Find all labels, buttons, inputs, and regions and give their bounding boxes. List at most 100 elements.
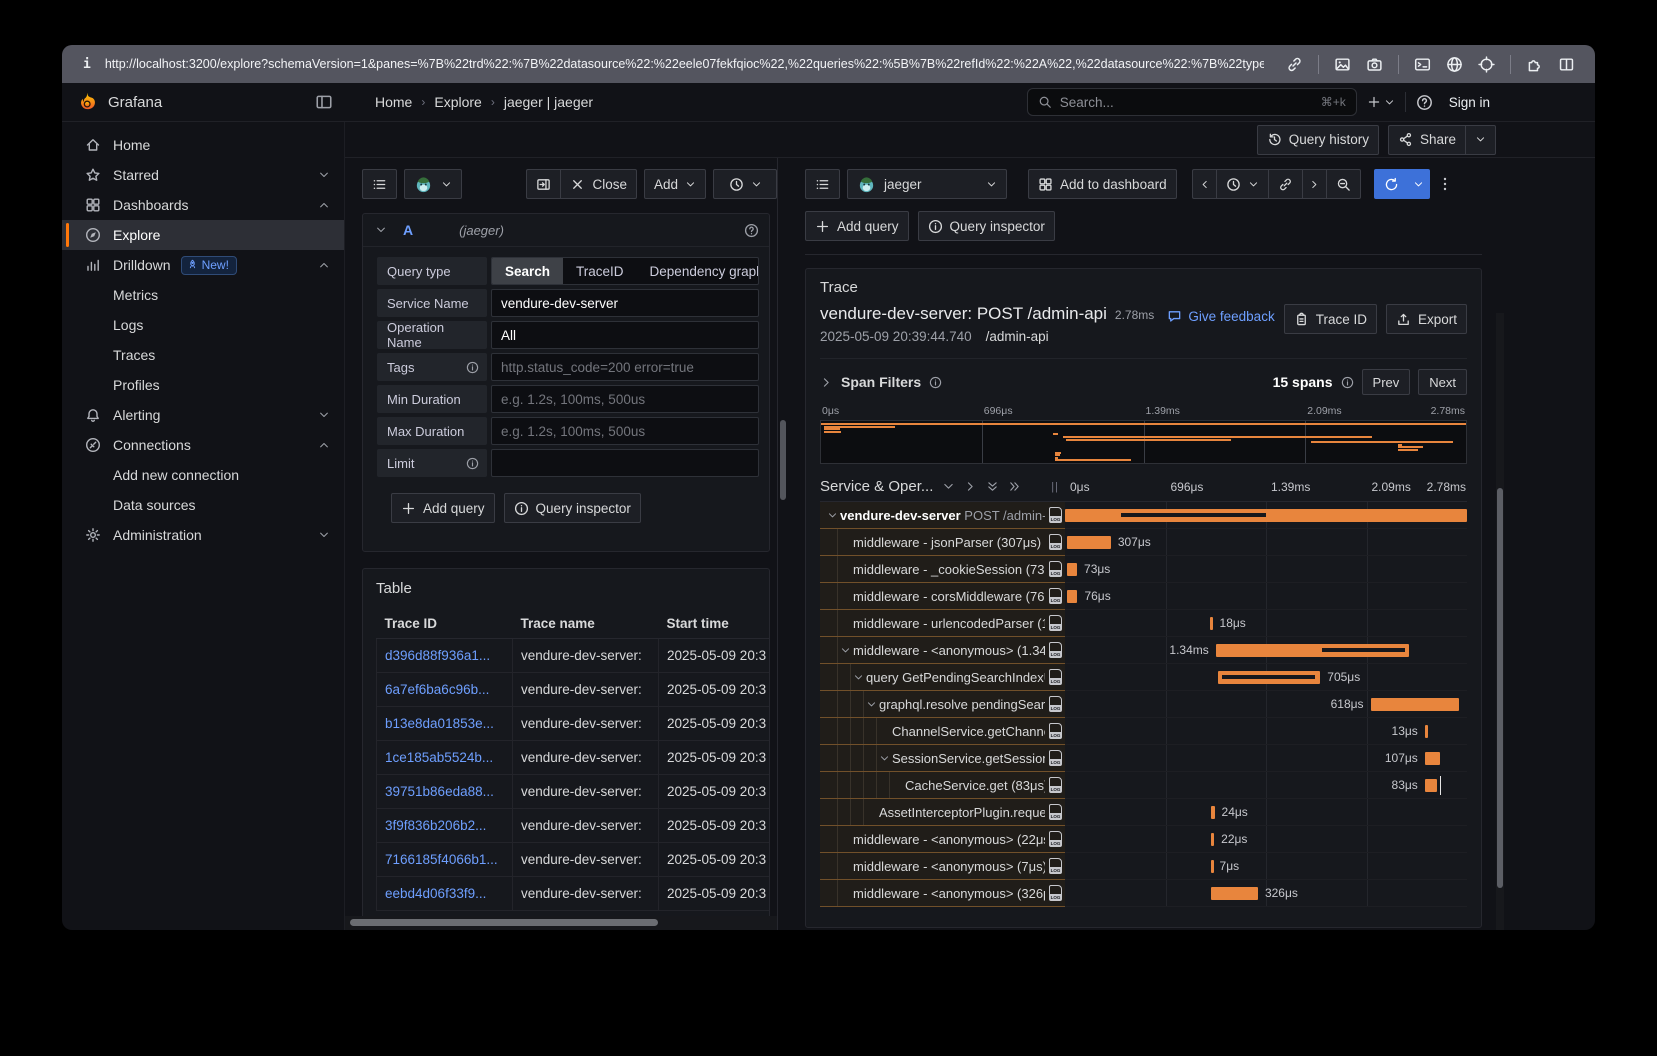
give-feedback-link[interactable]: Give feedback [1167, 309, 1274, 324]
span-row[interactable]: ChannelService.getChannelFro13μs [820, 718, 1467, 745]
span-name-cell[interactable]: middleware - urlencodedParser (18μs) [820, 610, 1065, 637]
span-logs-icon[interactable] [1049, 777, 1062, 793]
pane-menu-kebab-icon[interactable] [1437, 176, 1453, 192]
span-timeline-cell[interactable]: 326μs [1065, 880, 1467, 907]
copy-time-link-button[interactable] [1268, 169, 1302, 199]
time-forward-button[interactable] [1302, 169, 1326, 199]
span-logs-icon[interactable] [1049, 642, 1062, 658]
sidebar-item-connections[interactable]: Connections [62, 430, 344, 460]
run-query-interval-button[interactable] [1408, 169, 1430, 199]
sidebar-item-home[interactable]: Home [62, 130, 344, 160]
add-query-button[interactable]: Add query [805, 211, 909, 241]
span-duration-bar[interactable] [1425, 779, 1437, 792]
span-timeline-cell[interactable]: 618μs [1065, 691, 1467, 718]
sidebar-item-drilldown[interactable]: DrilldownNew! [62, 250, 344, 280]
sidebar-item-dashboards[interactable]: Dashboards [62, 190, 344, 220]
span-name-cell[interactable]: vendure-dev-server POST /admin-api (2 [820, 502, 1065, 529]
span-row[interactable]: middleware - urlencodedParser (18μs)18μs [820, 610, 1467, 637]
sidebar-item-starred[interactable]: Starred [62, 160, 344, 190]
span-logs-icon[interactable] [1049, 615, 1062, 631]
field-input-tags[interactable]: http.status_code=200 error=true [491, 353, 759, 381]
span-duration-bar[interactable] [1211, 833, 1214, 846]
span-logs-icon[interactable] [1049, 750, 1062, 766]
span-timeline-cell[interactable]: 73μs [1065, 556, 1467, 583]
sidebar-item-metrics[interactable]: Metrics [62, 280, 344, 310]
span-name-cell[interactable]: middleware - <anonymous> (7μs) [820, 853, 1065, 880]
span-logs-icon[interactable] [1049, 669, 1062, 685]
camera-icon[interactable] [1366, 56, 1383, 73]
trace-id-link[interactable]: 3f9f836b206b2... [377, 809, 513, 843]
span-logs-icon[interactable] [1049, 723, 1062, 739]
span-timeline-cell[interactable]: 18μs [1065, 610, 1467, 637]
link-icon[interactable] [1286, 56, 1303, 73]
trace-id-link[interactable]: 1ce185ab5524b... [377, 741, 513, 775]
time-range-button[interactable] [1216, 169, 1268, 199]
span-timeline-cell[interactable] [1065, 502, 1467, 529]
table-column-header[interactable]: Start time [659, 609, 771, 639]
zoom-out-button[interactable] [1326, 169, 1361, 199]
field-input-max-duration[interactable]: e.g. 1.2s, 100ms, 500us [491, 417, 759, 445]
trace-id-link[interactable]: 6a7ef6ba6c96b... [377, 673, 513, 707]
span-name-cell[interactable]: query GetPendingSearchIndexUpda [820, 664, 1065, 691]
span-duration-bar[interactable] [1067, 563, 1077, 576]
copy-trace-id-button[interactable]: Trace ID [1284, 304, 1377, 334]
target-icon[interactable] [1478, 56, 1495, 73]
url-bar[interactable]: http://localhost:3200/explore?schemaVers… [105, 57, 1264, 71]
span-row[interactable]: graphql.resolve pendingSearchIn618μs [820, 691, 1467, 718]
span-logs-icon[interactable] [1049, 561, 1062, 577]
span-name-cell[interactable]: CacheService.get (83μs) [820, 772, 1065, 799]
trace-id-link[interactable]: 39751b86eda88... [377, 775, 513, 809]
query-inspector-button[interactable]: Query inspector [918, 211, 1055, 241]
span-row[interactable]: middleware - jsonParser (307μs)307μs [820, 529, 1467, 556]
span-duration-bar[interactable] [1211, 887, 1258, 900]
collapse-all-icon[interactable] [986, 480, 999, 493]
span-timeline-cell[interactable]: 22μs [1065, 826, 1467, 853]
span-timeline-cell[interactable]: 107μs [1065, 745, 1467, 772]
help-icon[interactable] [1416, 94, 1433, 111]
span-logs-icon[interactable] [1049, 507, 1062, 523]
left-pane-scrollbar-thumb[interactable] [780, 420, 786, 500]
span-duration-bar[interactable] [1067, 590, 1078, 603]
span-row[interactable]: vendure-dev-server POST /admin-api (2 [820, 502, 1467, 529]
mega-menu-toggle-icon[interactable] [315, 93, 333, 111]
new-button[interactable] [1367, 95, 1395, 109]
span-duration-bar[interactable] [1425, 725, 1428, 738]
pane-divider[interactable] [777, 158, 790, 930]
span-row[interactable]: CacheService.get (83μs)83μs [820, 772, 1467, 799]
horizontal-scrollbar-thumb[interactable] [350, 919, 658, 926]
span-duration-bar[interactable] [1218, 671, 1321, 684]
span-timeline-cell[interactable]: 13μs [1065, 718, 1467, 745]
span-duration-bar[interactable] [1371, 698, 1459, 711]
globe-icon[interactable] [1446, 56, 1463, 73]
trace-minimap[interactable]: 0μs696μs1.39ms2.09ms2.78ms [820, 405, 1467, 464]
breadcrumb-explore[interactable]: Explore [434, 94, 481, 110]
move-pane-right-button[interactable] [526, 169, 560, 199]
field-input-min-duration[interactable]: e.g. 1.2s, 100ms, 500us [491, 385, 759, 413]
span-row[interactable]: middleware - <anonymous> (326μs)326μs [820, 880, 1467, 907]
vertical-scrollbar-thumb[interactable] [1497, 488, 1503, 888]
span-logs-icon[interactable] [1049, 696, 1062, 712]
datasource-picker-right[interactable]: jaeger [847, 169, 1007, 199]
next-span-button[interactable]: Next [1418, 369, 1467, 395]
field-input-service-name[interactable]: vendure-dev-server [491, 289, 759, 317]
span-name-cell[interactable]: graphql.resolve pendingSearchIn [820, 691, 1065, 718]
trace-id-link[interactable]: d396d88f936a1... [377, 639, 513, 673]
add-to-dashboard-button[interactable]: Add to dashboard [1028, 169, 1177, 199]
span-timeline-cell[interactable]: 76μs [1065, 583, 1467, 610]
span-duration-bar[interactable] [1067, 536, 1111, 549]
add-button[interactable]: Add [644, 169, 706, 199]
span-name-cell[interactable]: middleware - corsMiddleware (76μs) [820, 583, 1065, 610]
add-query-button[interactable]: Add query [391, 493, 495, 523]
span-row[interactable]: query GetPendingSearchIndexUpda705μs [820, 664, 1467, 691]
expand-all-icon[interactable] [1008, 480, 1021, 493]
span-name-cell[interactable]: SessionService.getSessionFron [820, 745, 1065, 772]
share-menu-button[interactable] [1465, 125, 1496, 155]
span-logs-icon[interactable] [1049, 534, 1062, 550]
span-duration-bar[interactable] [1211, 860, 1214, 873]
span-timeline-cell[interactable]: 307μs [1065, 529, 1467, 556]
chevron-down-icon[interactable] [942, 480, 955, 493]
span-row[interactable]: AssetInterceptorPlugin.requestDidS24μs [820, 799, 1467, 826]
tab-traceid[interactable]: TraceID [563, 258, 637, 284]
chevron-right-icon[interactable] [964, 480, 977, 493]
span-name-cell[interactable]: ChannelService.getChannelFro [820, 718, 1065, 745]
